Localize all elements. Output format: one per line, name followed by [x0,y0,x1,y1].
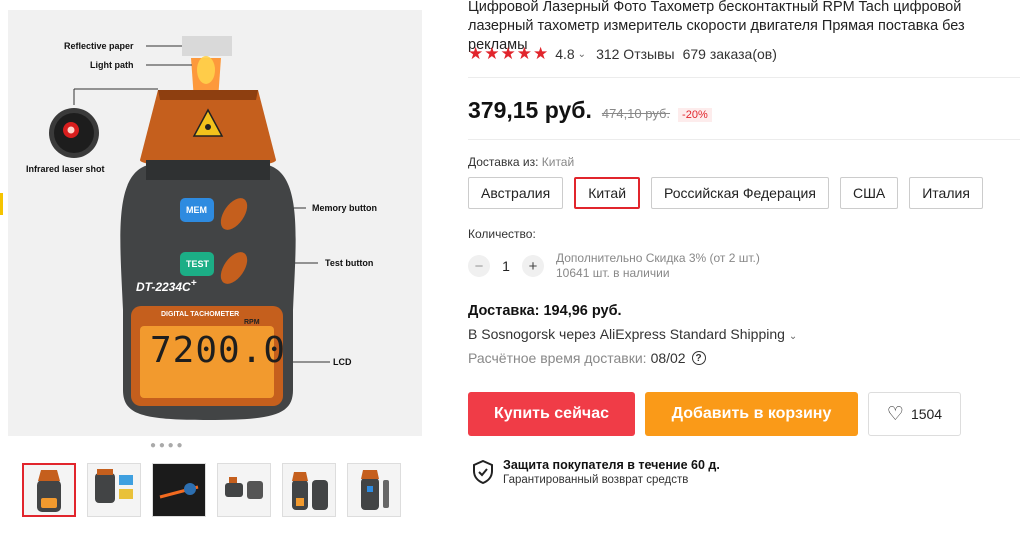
label-infrared-laser: Infrared laser shot [26,164,105,174]
device-lcd-reading: 7200.0 [150,330,287,371]
country-option-australia[interactable]: Австралия [468,177,564,209]
rating-value[interactable]: 4.8 [555,46,574,62]
orders-count: 679 заказа(ов) [682,46,777,62]
thumbnail-3[interactable] [152,463,206,517]
thumbnail-night-icon [156,467,202,513]
test-button-text: TEST [186,259,210,269]
label-light-path: Light path [90,60,134,70]
protection-title: Защита покупателя в течение 60 д. [503,458,720,472]
eta-value: 08/02 [650,350,686,366]
chevron-down-icon: ⌄ [788,331,798,342]
quantity-plus-button[interactable]: + [522,255,544,277]
country-option-china[interactable]: Китай [574,177,641,209]
quantity-label: Количество: [468,227,536,241]
thumbnail-accessories-icon [225,477,263,499]
country-option-italy[interactable]: Италия [909,177,983,209]
buy-now-button[interactable]: Купить сейчас [468,392,635,436]
product-page: Reflective paper Light path Infrared las… [0,0,1032,558]
country-option-russia[interactable]: Российская Федерация [651,177,829,209]
discount-badge: -20% [678,108,712,122]
delivery-cost: Доставка: 194,96 руб. [468,303,622,319]
help-icon[interactable]: ? [691,351,706,365]
price-row: 379,15 руб. 474,10 руб. -20% [468,97,712,124]
divider [468,77,1020,78]
add-to-cart-button[interactable]: Добавить в корзину [645,392,858,436]
stock-text: 10641 шт. в наличии [556,266,670,280]
ship-from-label: Доставка из: [468,155,539,169]
label-reflective-paper: Reflective paper [64,41,134,51]
quantity-info: Дополнительно Скидка 3% (от 2 шт.) 10641… [556,251,760,281]
quantity-minus-button[interactable]: − [468,255,490,277]
buyer-protection-text: Защита покупателя в течение 60 д. Гарант… [503,458,720,486]
delivery-method[interactable]: В Sosnogorsk через AliExpress Standard S… [468,326,797,342]
device-model-name: DT-2234C [136,280,191,294]
delivery-method-text: В Sosnogorsk через AliExpress Standard S… [468,326,785,342]
rating-row: ★★★★★ 4.8 ⌄ 312 Отзывы 679 заказа(ов) [468,44,777,64]
wishlist-button[interactable]: ♡ 1504 [868,392,961,436]
device-rpm-text: RPM [244,319,260,326]
thumbnail-front-icon [292,472,328,510]
thumbnail-6[interactable] [347,463,401,517]
thumbnail-strip [22,463,401,517]
ship-from-options: Австралия Китай Российская Федерация США… [468,177,983,209]
gallery-dots: ● ● ● ● [150,440,183,451]
thumbnail-package-icon [95,469,133,503]
country-option-usa[interactable]: США [839,177,899,209]
mem-button-text: MEM [186,205,207,215]
label-test-button: Test button [325,258,374,268]
ship-from: Доставка из: Китай [468,155,574,169]
protection-subtitle: Гарантированный возврат средств [503,474,689,486]
label-memory-button: Memory button [312,203,377,213]
main-product-image[interactable] [8,10,422,436]
thumbnail-2[interactable] [87,463,141,517]
rating-stars-icon: ★★★★★ [468,44,550,63]
reflective-paper [182,36,232,56]
device-model-plus: + [190,278,197,289]
buyer-protection: Защита покупателя в течение 60 д. Гарант… [472,458,720,486]
product-gallery: Reflective paper Light path Infrared las… [0,0,440,558]
thumbnail-side-icon [361,470,389,510]
wishlist-count: 1504 [910,406,943,422]
old-price: 474,10 руб. [601,106,671,121]
ship-from-value: Китай [541,155,575,169]
device-brand-text: DIGITAL TACHOMETER [161,311,240,318]
delivery-eta: Расчётное время доставки: 08/02 ? [468,350,706,366]
thumbnail-5[interactable] [282,463,336,517]
label-lcd: LCD [333,357,352,367]
chevron-down-icon[interactable]: ⌄ [578,49,586,60]
thumbnail-tachometer-icon [37,470,61,512]
left-edge-marker [0,193,3,215]
eta-label: Расчётное время доставки: [468,350,647,366]
divider [468,139,1020,140]
reviews-link[interactable]: 312 Отзывы [596,46,675,62]
shield-check-icon [473,460,493,484]
quantity-stepper: − 1 + [468,255,544,277]
thumbnail-4[interactable] [217,463,271,517]
heart-icon: ♡ [886,403,904,425]
current-price: 379,15 руб. [468,97,592,123]
device-model: DT-2234C+ [136,278,197,294]
thumbnail-1[interactable] [22,463,76,517]
quantity-value[interactable]: 1 [490,258,522,274]
extra-discount-text: Дополнительно Скидка 3% (от 2 шт.) [556,251,760,265]
